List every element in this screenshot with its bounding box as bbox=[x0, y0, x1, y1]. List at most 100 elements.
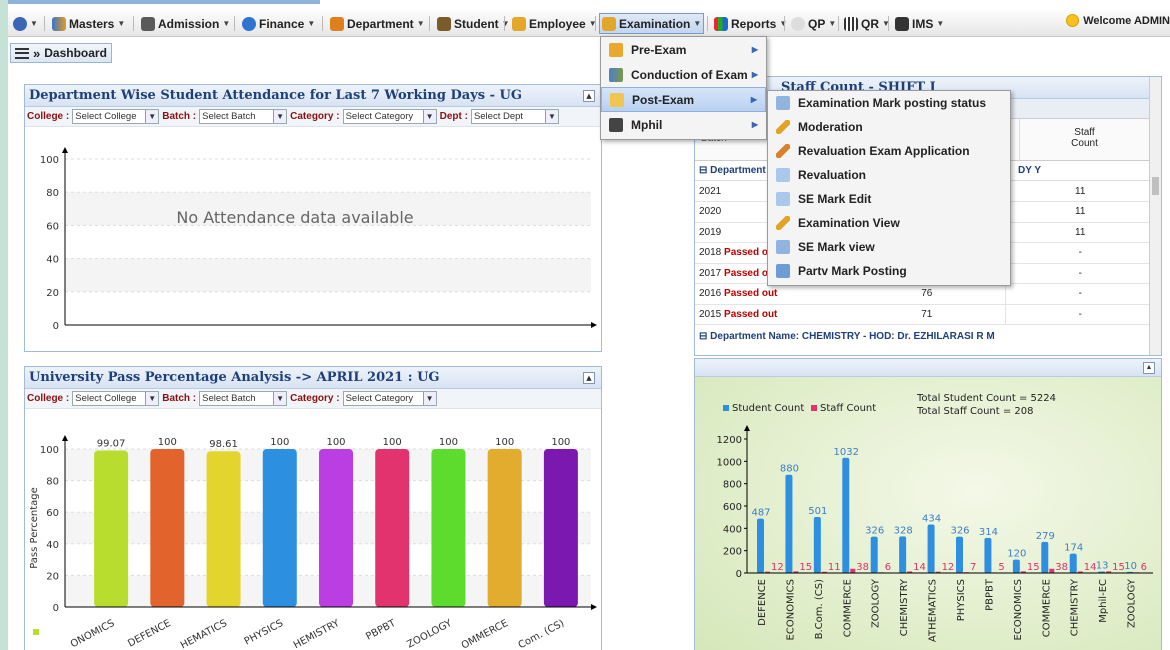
x-tick-label: PHYSICS bbox=[243, 618, 286, 648]
student-value-label: 326 bbox=[950, 526, 969, 537]
student-bar bbox=[757, 518, 764, 573]
gear-menu[interactable]: ▼ bbox=[11, 13, 40, 34]
dept-row-chemistry[interactable]: ⊟ Department Name: CHEMISTRY - HOD: Dr. … bbox=[695, 325, 1161, 347]
y-axis-arrow bbox=[62, 435, 68, 441]
menu-se-mark-view[interactable]: SE Mark view bbox=[768, 235, 1010, 259]
student-bar bbox=[1069, 553, 1077, 573]
masters-icon bbox=[52, 16, 66, 31]
menu-icon bbox=[15, 47, 29, 59]
menu-pre-exam[interactable]: Pre-Exam ▶ bbox=[601, 37, 766, 62]
collapse-icon[interactable]: ▲ bbox=[583, 90, 595, 102]
table-row[interactable]: 2015 Passed out 71- bbox=[695, 304, 1151, 325]
menu-department[interactable]: Department ▼ bbox=[328, 13, 427, 34]
menu-qp[interactable]: QP ▼ bbox=[789, 13, 838, 34]
bar bbox=[375, 449, 410, 607]
y-axis-arrow bbox=[62, 147, 68, 153]
department-icon bbox=[330, 16, 344, 31]
welcome-user[interactable]: Welcome ADMIN bbox=[1066, 14, 1170, 27]
staff-bar bbox=[850, 568, 856, 573]
bar bbox=[262, 449, 297, 607]
student-bar bbox=[1041, 541, 1049, 573]
staff-value-label: 12 bbox=[942, 562, 955, 573]
category-select[interactable]: Select Category ▼ bbox=[342, 109, 437, 124]
smiley-icon bbox=[1066, 14, 1080, 27]
y-axis-arrow bbox=[744, 425, 750, 431]
attendance-panel-title: Department Wise Student Attendance for L… bbox=[25, 85, 601, 107]
staff-value-label: 15 bbox=[1112, 562, 1125, 573]
search-document-icon bbox=[776, 240, 790, 254]
menu-revaluation[interactable]: Revaluation bbox=[768, 163, 1010, 187]
student-value-label: 328 bbox=[894, 525, 913, 536]
student-value-label: 10 bbox=[1124, 561, 1137, 572]
x-tick-label: COMMERCE bbox=[842, 579, 853, 637]
staff-value-label: 6 bbox=[885, 562, 891, 573]
menu-finance[interactable]: Finance ▼ bbox=[240, 13, 317, 34]
batch-select[interactable]: Select Batch ▼ bbox=[199, 109, 288, 124]
col-staff-count: Staff Count bbox=[1019, 119, 1149, 160]
bar-chart-icon bbox=[714, 16, 728, 31]
y-tick-label: 40 bbox=[46, 255, 59, 266]
pass-percentage-panel: University Pass Percentage Analysis -> A… bbox=[24, 366, 602, 650]
category-select[interactable]: Select Category ▼ bbox=[342, 391, 437, 406]
college-select[interactable]: Select College ▼ bbox=[72, 109, 160, 124]
menu-examination-view[interactable]: Examination View bbox=[768, 211, 1010, 235]
x-tick-label: PHYSICS bbox=[956, 579, 967, 621]
y-tick-label: 60 bbox=[46, 221, 59, 232]
student-bar bbox=[956, 536, 963, 573]
main-menu-bar: ▼ Masters ▼ Admission ▼ Finance ▼ Departmen… bbox=[8, 10, 1170, 37]
student-bar bbox=[870, 536, 878, 573]
menu-party-mark-posting[interactable]: Partv Mark Posting bbox=[768, 259, 1010, 283]
bar bbox=[431, 449, 466, 607]
legend-marker bbox=[811, 405, 817, 411]
student-value-label: 434 bbox=[922, 514, 941, 525]
y-tick-label: 200 bbox=[723, 547, 742, 558]
menu-post-exam[interactable]: Post-Exam ▶ bbox=[601, 87, 766, 112]
menu-mphil[interactable]: Mphil ▶ bbox=[601, 112, 766, 137]
menu-employee[interactable]: Employee ▼ bbox=[510, 13, 599, 34]
menu-ims[interactable]: IMS ▼ bbox=[893, 13, 946, 34]
legend-marker bbox=[33, 629, 39, 635]
attendance-chart: 0 20 40 60 80 100 No Attendance data available bbox=[40, 147, 597, 332]
menu-qr[interactable]: QR ▼ bbox=[842, 13, 892, 34]
dept-select[interactable]: Select Dept ▼ bbox=[470, 109, 559, 124]
collapse-icon[interactable]: ▲ bbox=[583, 372, 595, 384]
gear-icon bbox=[13, 16, 27, 31]
menu-masters[interactable]: Masters ▼ bbox=[50, 13, 127, 34]
y-tick-label: 600 bbox=[723, 502, 742, 513]
app-frame: ▼ Masters ▼ Admission ▼ Finance ▼ Departmen… bbox=[8, 0, 1170, 650]
bar-value-label: 100 bbox=[495, 437, 514, 448]
menu-student[interactable]: Student ▼ bbox=[435, 13, 512, 34]
menu-moderation[interactable]: Moderation bbox=[768, 115, 1010, 139]
menu-reports[interactable]: Reports▼ bbox=[712, 13, 789, 34]
dashboard-button[interactable]: » Dashboard bbox=[10, 43, 112, 63]
y-tick-label: 80 bbox=[46, 477, 59, 488]
menu-admission[interactable]: Admission ▼ bbox=[139, 13, 232, 34]
double-chevron-icon: » bbox=[33, 45, 41, 61]
menu-exam-mark-posting-status[interactable]: Examination Mark posting status bbox=[768, 91, 1010, 115]
menu-examination[interactable]: Examination ▼ bbox=[599, 13, 705, 34]
student-bar bbox=[899, 536, 907, 573]
total-student-count: Total Student Count = 5224 bbox=[916, 393, 1056, 404]
y-tick-label: 20 bbox=[46, 571, 59, 582]
y-tick-label: 1000 bbox=[717, 457, 742, 468]
student-value-label: 120 bbox=[1007, 549, 1026, 560]
sub-toolbar: » Dashboard bbox=[8, 38, 1170, 67]
menu-conduction-exam[interactable]: Conduction of Exam ▶ bbox=[601, 62, 766, 87]
bar bbox=[487, 449, 522, 607]
batch-select[interactable]: Select Batch ▼ bbox=[199, 391, 288, 406]
student-value-label: 880 bbox=[780, 464, 799, 475]
x-tick-label: ZOOLOGY bbox=[1127, 578, 1138, 628]
collapse-icon[interactable]: ▲ bbox=[1143, 362, 1155, 374]
vertical-scrollbar[interactable] bbox=[1149, 77, 1161, 355]
y-tick-label: 0 bbox=[736, 569, 742, 580]
menu-revaluation-exam-application[interactable]: Revaluation Exam Application bbox=[768, 139, 1010, 163]
bar-value-label: 100 bbox=[551, 437, 570, 448]
x-tick-label: DEFENCE bbox=[126, 618, 173, 650]
search-document-icon bbox=[776, 96, 790, 110]
student-icon bbox=[437, 16, 451, 31]
menu-se-mark-edit[interactable]: SE Mark Edit bbox=[768, 187, 1010, 211]
staff-value-label: 11 bbox=[828, 562, 841, 573]
bar bbox=[150, 449, 185, 607]
table-row[interactable]: 2016 Passed out 76- bbox=[695, 283, 1151, 305]
college-select[interactable]: Select College ▼ bbox=[72, 391, 160, 406]
